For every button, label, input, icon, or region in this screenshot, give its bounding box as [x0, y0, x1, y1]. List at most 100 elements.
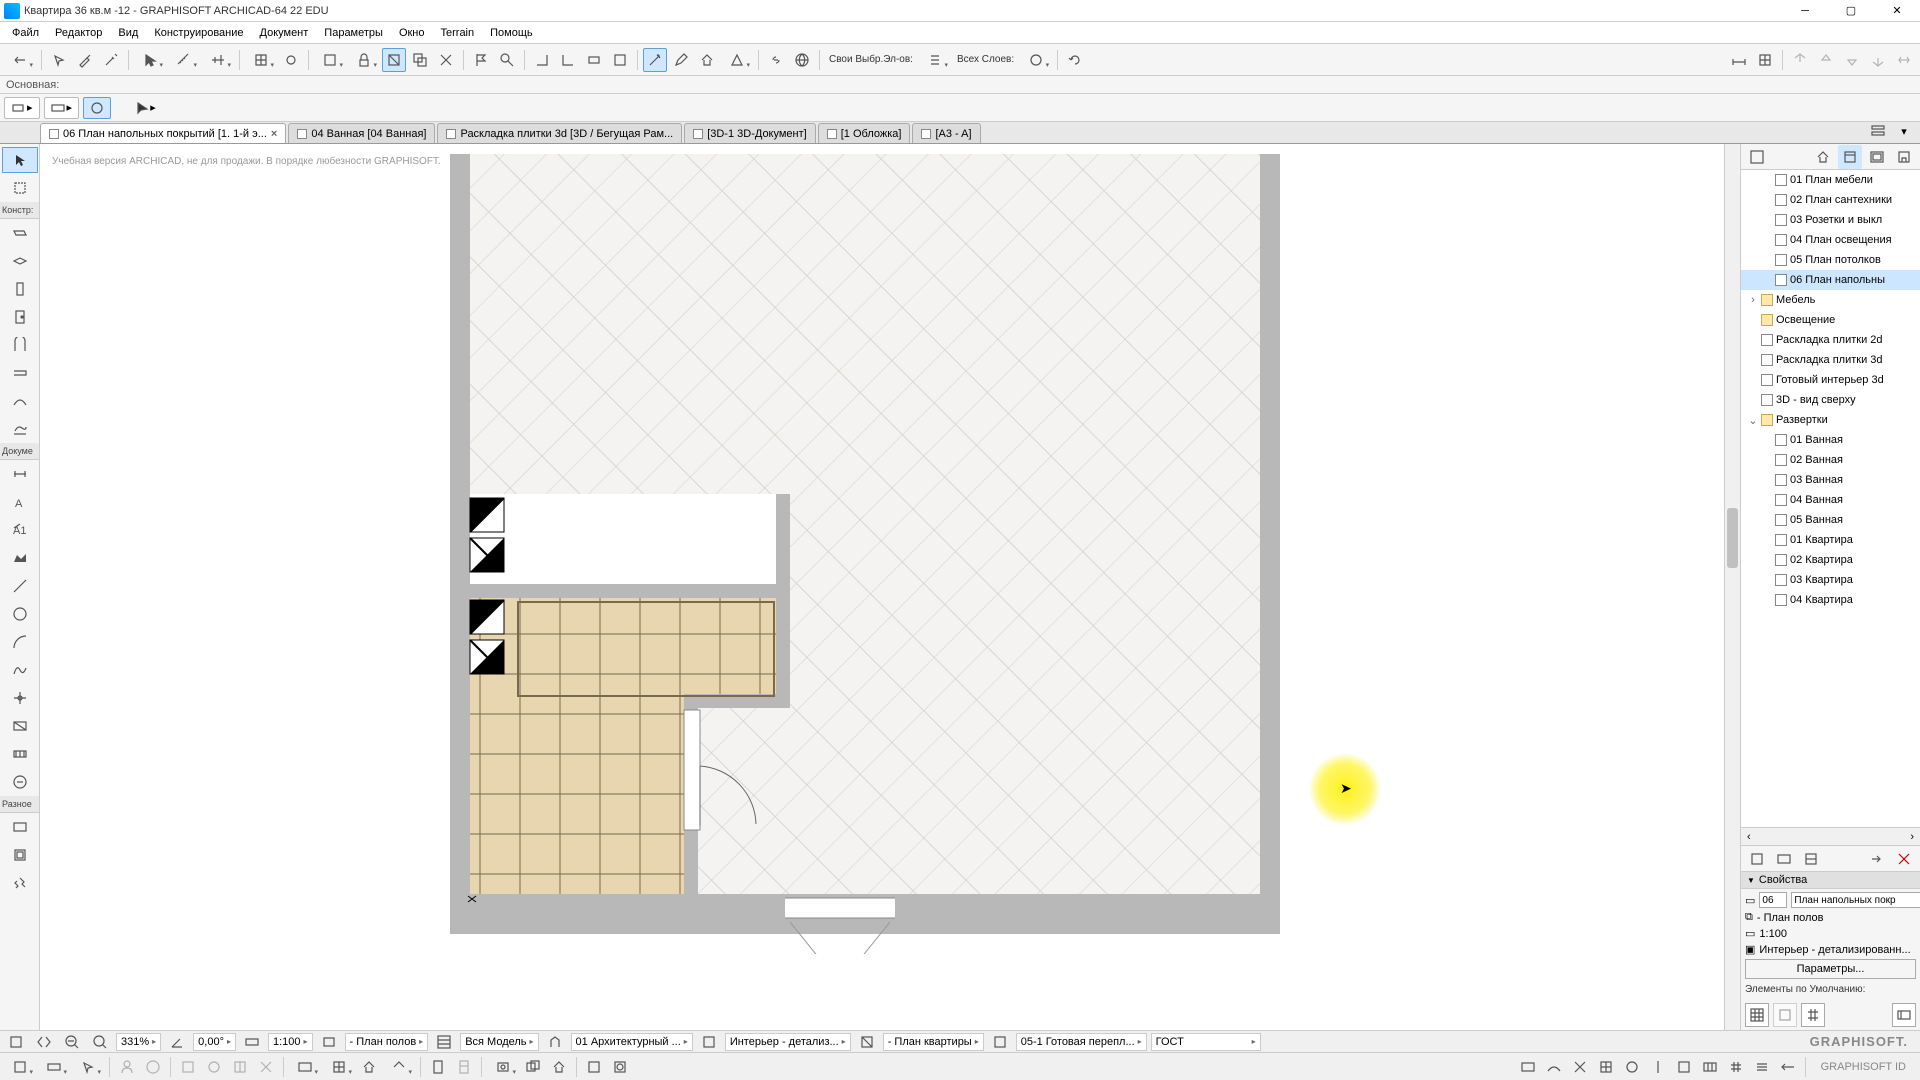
default-btn-4[interactable]: [1892, 1003, 1916, 1027]
sb-nav-2[interactable]: [32, 1030, 56, 1054]
dim3-button[interactable]: [1892, 48, 1916, 72]
sb-zoom-out[interactable]: [60, 1030, 84, 1054]
prop-name-field[interactable]: [1791, 892, 1920, 908]
bb-11[interactable]: [323, 1055, 355, 1079]
flag-button[interactable]: [469, 48, 493, 72]
bb-r3[interactable]: [1568, 1055, 1592, 1079]
shape-button[interactable]: [721, 48, 753, 72]
mode-2-button[interactable]: ▸: [44, 97, 80, 119]
params-button[interactable]: Параметры...: [1745, 959, 1916, 979]
bb-17[interactable]: [521, 1055, 545, 1079]
default-btn-2[interactable]: [1773, 1003, 1797, 1027]
bb-r1[interactable]: [1516, 1055, 1540, 1079]
bb-16[interactable]: [487, 1055, 519, 1079]
lock-button[interactable]: [348, 48, 380, 72]
snap-button[interactable]: [279, 48, 303, 72]
bb-r11[interactable]: [1776, 1055, 1800, 1079]
object-tool[interactable]: [2, 842, 38, 868]
default-btn-3[interactable]: [1801, 1003, 1825, 1027]
bb-r8[interactable]: [1698, 1055, 1722, 1079]
bb-18[interactable]: [547, 1055, 571, 1079]
angle-segment[interactable]: 0,00°▸: [193, 1033, 236, 1051]
props-btn-1[interactable]: [1745, 847, 1769, 871]
bb-13[interactable]: [383, 1055, 415, 1079]
sb-ready-icon[interactable]: [988, 1030, 1012, 1054]
arrow-tool[interactable]: [2, 147, 38, 173]
model-segment[interactable]: Вся Модель▸: [460, 1033, 538, 1051]
mode-1-button[interactable]: ▸: [4, 97, 40, 119]
inter-segment[interactable]: Интерьер - детализ...▸: [725, 1033, 851, 1051]
tree-item-8[interactable]: Раскладка плитки 2d: [1741, 330, 1920, 350]
menu-terrain[interactable]: Terrain: [433, 25, 483, 41]
door-tool[interactable]: [2, 304, 38, 330]
menu-файл[interactable]: Файл: [4, 25, 47, 41]
props-btn-4[interactable]: [1865, 847, 1889, 871]
prop-id-field[interactable]: [1759, 892, 1787, 908]
bb-r6[interactable]: [1646, 1055, 1670, 1079]
bb-5[interactable]: [141, 1055, 165, 1079]
tab-5[interactable]: [A3 - A]: [912, 123, 980, 143]
tree-item-1[interactable]: 02 План сантехники: [1741, 190, 1920, 210]
circle-tool[interactable]: [2, 601, 38, 627]
arch-segment[interactable]: 01 Архитектурный ...▸: [571, 1033, 693, 1051]
menu-редактор[interactable]: Редактор: [47, 25, 110, 41]
tab-4[interactable]: [1 Обложка]: [818, 123, 911, 143]
magic-button[interactable]: [643, 48, 667, 72]
bb-2[interactable]: [38, 1055, 70, 1079]
tree-item-6[interactable]: ›Мебель: [1741, 290, 1920, 310]
line-tool[interactable]: [2, 573, 38, 599]
rect2-button[interactable]: [608, 48, 632, 72]
props-header[interactable]: ▼Свойства: [1741, 871, 1920, 889]
zone-tool[interactable]: [2, 713, 38, 739]
corner2-button[interactable]: [556, 48, 580, 72]
bb-20[interactable]: [608, 1055, 632, 1079]
tree-item-4[interactable]: 05 План потолков: [1741, 250, 1920, 270]
bb-15[interactable]: [452, 1055, 476, 1079]
tree-nav-right[interactable]: ›: [1910, 831, 1914, 843]
nav-btn-book[interactable]: [1838, 145, 1862, 169]
bb-14[interactable]: [426, 1055, 450, 1079]
layers-button[interactable]: [1020, 48, 1052, 72]
tree-nav-left[interactable]: ‹: [1747, 831, 1751, 843]
zoom-segmet[interactable]: 331%▸: [116, 1033, 161, 1051]
bb-1[interactable]: [4, 1055, 36, 1079]
box-button[interactable]: [314, 48, 346, 72]
bb-6[interactable]: [176, 1055, 200, 1079]
navigator-tree[interactable]: 01 План мебели02 План сантехники03 Розет…: [1741, 170, 1920, 827]
gost-segment[interactable]: ГОСТ▸: [1151, 1033, 1261, 1051]
tree-item-2[interactable]: 03 Розетки и выкл: [1741, 210, 1920, 230]
tree-item-14[interactable]: 02 Ванная: [1741, 450, 1920, 470]
tree-item-9[interactable]: Раскладка плитки 3d: [1741, 350, 1920, 370]
props-btn-del[interactable]: [1892, 847, 1916, 871]
bb-19[interactable]: [582, 1055, 606, 1079]
pick-button[interactable]: [47, 48, 71, 72]
tree-item-19[interactable]: 02 Квартира: [1741, 550, 1920, 570]
arrow-tool-button[interactable]: [134, 48, 166, 72]
home-button[interactable]: [695, 48, 719, 72]
morph-tool[interactable]: [2, 416, 38, 442]
bb-r5[interactable]: [1620, 1055, 1644, 1079]
spline-tool[interactable]: [2, 657, 38, 683]
link-button[interactable]: [764, 48, 788, 72]
text-tool[interactable]: A: [2, 489, 38, 515]
nav-btn-home[interactable]: [1811, 145, 1835, 169]
up2-button[interactable]: [1814, 48, 1838, 72]
nav-btn-pub[interactable]: [1892, 145, 1916, 169]
tab-close[interactable]: ×: [271, 128, 277, 140]
bb-4[interactable]: [115, 1055, 139, 1079]
tree-item-15[interactable]: 03 Ванная: [1741, 470, 1920, 490]
sb-angle-icon[interactable]: [165, 1030, 189, 1054]
scale-segment[interactable]: 1:100▸: [268, 1033, 313, 1051]
tree-item-11[interactable]: 3D - вид сверху: [1741, 390, 1920, 410]
edit-button[interactable]: [669, 48, 693, 72]
dim2-button[interactable]: [1753, 48, 1777, 72]
minimize-button[interactable]: ─: [1782, 0, 1828, 22]
bb-r4[interactable]: [1594, 1055, 1618, 1079]
bb-r7[interactable]: [1672, 1055, 1696, 1079]
bb-7[interactable]: [202, 1055, 226, 1079]
find-button[interactable]: [495, 48, 519, 72]
tab-1[interactable]: 04 Ванная [04 Ванная]: [288, 123, 435, 143]
tab-2[interactable]: Раскладка плитки 3d [3D / Бегущая Рам...: [437, 123, 682, 143]
cancel-button[interactable]: [434, 48, 458, 72]
column-tool[interactable]: [2, 276, 38, 302]
